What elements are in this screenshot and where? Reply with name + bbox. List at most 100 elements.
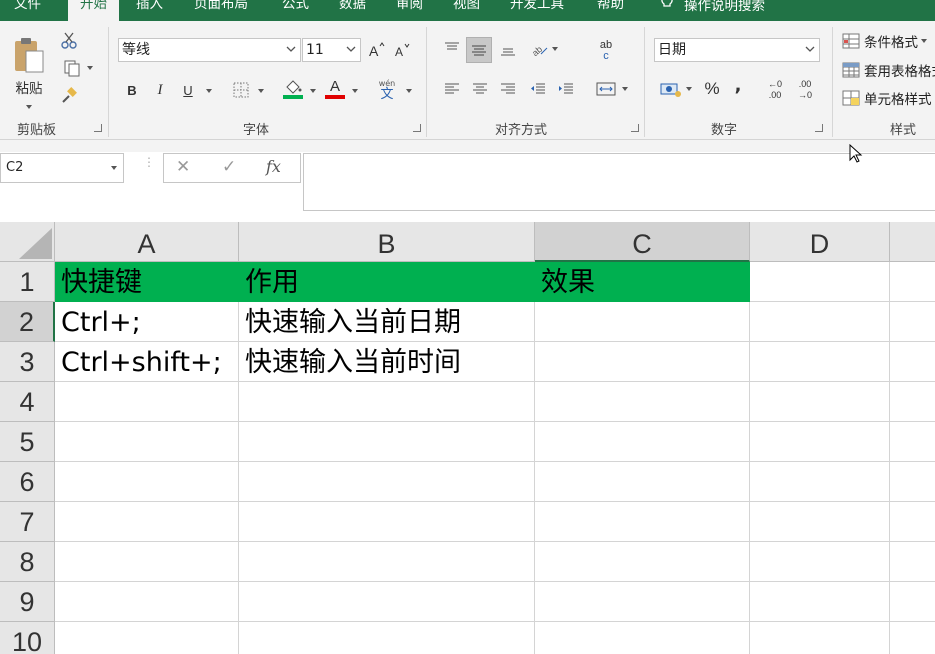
row-header-2[interactable]: 2 bbox=[0, 302, 55, 342]
cell-b7[interactable] bbox=[239, 502, 535, 542]
column-header-c[interactable]: C bbox=[535, 222, 750, 262]
cell-e6[interactable] bbox=[890, 462, 935, 502]
cell-d3[interactable] bbox=[750, 342, 890, 382]
bottom-align-button[interactable] bbox=[496, 37, 520, 61]
cell-a8[interactable] bbox=[55, 542, 239, 582]
bold-button[interactable]: B bbox=[122, 79, 142, 101]
tab-insert[interactable]: 插入 bbox=[136, 0, 163, 21]
decrease-font-size-button[interactable]: A bbox=[392, 39, 412, 61]
cell-styles-button[interactable]: 单元格样式 bbox=[842, 87, 932, 109]
font-color-button[interactable]: A bbox=[324, 77, 346, 101]
tab-page-layout[interactable]: 页面布局 bbox=[194, 0, 248, 21]
borders-dropdown-icon[interactable] bbox=[258, 89, 264, 93]
cell-a3[interactable]: Ctrl+shift+; bbox=[55, 342, 239, 382]
cell-a1[interactable]: 快捷键 bbox=[55, 262, 239, 302]
cell-e2[interactable] bbox=[890, 302, 935, 342]
cancel-entry-button[interactable]: ✕ bbox=[176, 157, 190, 177]
cut-button[interactable] bbox=[58, 29, 80, 51]
comma-style-button[interactable]: , bbox=[730, 73, 746, 97]
formula-input[interactable] bbox=[303, 153, 935, 211]
font-launcher-icon[interactable] bbox=[413, 124, 421, 132]
cell-b6[interactable] bbox=[239, 462, 535, 502]
row-header-4[interactable]: 4 bbox=[0, 382, 55, 422]
phonetic-guide-button[interactable]: wén 文 bbox=[374, 75, 400, 103]
cell-b2[interactable]: 快速输入当前日期 bbox=[239, 302, 535, 342]
tab-formulas[interactable]: 公式 bbox=[282, 0, 309, 21]
cell-c5[interactable] bbox=[535, 422, 750, 462]
tab-help[interactable]: 帮助 bbox=[597, 0, 624, 21]
row-header-6[interactable]: 6 bbox=[0, 462, 55, 502]
cell-d1[interactable] bbox=[750, 262, 890, 302]
decrease-decimal-button[interactable]: .00 →0 bbox=[792, 77, 818, 103]
cell-b10[interactable] bbox=[239, 622, 535, 654]
cell-b1[interactable]: 作用 bbox=[239, 262, 535, 302]
cell-e4[interactable] bbox=[890, 382, 935, 422]
cell-b8[interactable] bbox=[239, 542, 535, 582]
tab-home[interactable]: 开始 bbox=[68, 0, 119, 21]
row-header-10[interactable]: 10 bbox=[0, 622, 55, 654]
increase-indent-button[interactable] bbox=[554, 77, 578, 101]
cell-b3[interactable]: 快速输入当前时间 bbox=[239, 342, 535, 382]
cell-d2[interactable] bbox=[750, 302, 890, 342]
font-color-dropdown-icon[interactable] bbox=[352, 89, 358, 93]
cell-c8[interactable] bbox=[535, 542, 750, 582]
format-as-table-button[interactable]: 套用表格格式 bbox=[842, 59, 935, 81]
italic-button[interactable]: I bbox=[150, 79, 170, 101]
cell-b5[interactable] bbox=[239, 422, 535, 462]
number-format-select[interactable]: 日期 bbox=[654, 38, 820, 62]
cell-e9[interactable] bbox=[890, 582, 935, 622]
cell-c7[interactable] bbox=[535, 502, 750, 542]
name-box[interactable]: C2 bbox=[0, 153, 124, 183]
percent-style-button[interactable]: % bbox=[702, 77, 722, 101]
fill-color-dropdown-icon[interactable] bbox=[310, 89, 316, 93]
font-name-select[interactable]: 等线 bbox=[118, 38, 301, 62]
middle-align-button[interactable] bbox=[466, 37, 492, 63]
cell-a6[interactable] bbox=[55, 462, 239, 502]
row-header-5[interactable]: 5 bbox=[0, 422, 55, 462]
row-header-7[interactable]: 7 bbox=[0, 502, 55, 542]
borders-button[interactable] bbox=[230, 79, 252, 101]
cell-a10[interactable] bbox=[55, 622, 239, 654]
underline-dropdown-icon[interactable] bbox=[206, 89, 212, 93]
column-header-d[interactable]: D bbox=[750, 222, 890, 262]
cell-d7[interactable] bbox=[750, 502, 890, 542]
column-header-b[interactable]: B bbox=[239, 222, 535, 262]
format-painter-button[interactable] bbox=[58, 85, 80, 107]
row-header-9[interactable]: 9 bbox=[0, 582, 55, 622]
cell-a4[interactable] bbox=[55, 382, 239, 422]
accounting-format-button[interactable] bbox=[656, 77, 696, 101]
phonetic-dropdown-icon[interactable] bbox=[406, 89, 412, 93]
cell-b9[interactable] bbox=[239, 582, 535, 622]
font-size-select[interactable]: 11 bbox=[302, 38, 361, 62]
column-header-a[interactable]: A bbox=[55, 222, 239, 262]
row-header-1[interactable]: 1 bbox=[0, 262, 55, 302]
cell-c4[interactable] bbox=[535, 382, 750, 422]
formula-bar-grip[interactable]: ⋮ bbox=[143, 156, 155, 168]
cell-d4[interactable] bbox=[750, 382, 890, 422]
column-header-e[interactable] bbox=[890, 222, 935, 262]
top-align-button[interactable] bbox=[440, 37, 464, 61]
conditional-formatting-button[interactable]: 条件格式 bbox=[842, 30, 927, 52]
cell-a9[interactable] bbox=[55, 582, 239, 622]
cell-d8[interactable] bbox=[750, 542, 890, 582]
cell-e5[interactable] bbox=[890, 422, 935, 462]
align-center-button[interactable] bbox=[468, 77, 492, 101]
confirm-entry-button[interactable]: ✓ bbox=[222, 157, 236, 177]
cell-c2[interactable] bbox=[535, 302, 750, 342]
tab-developer[interactable]: 开发工具 bbox=[510, 0, 564, 21]
align-left-button[interactable] bbox=[440, 77, 464, 101]
cell-e7[interactable] bbox=[890, 502, 935, 542]
tab-data[interactable]: 数据 bbox=[339, 0, 366, 21]
cell-a7[interactable] bbox=[55, 502, 239, 542]
cell-e3[interactable] bbox=[890, 342, 935, 382]
cell-e10[interactable] bbox=[890, 622, 935, 654]
tell-me-search[interactable]: 操作说明搜索 bbox=[660, 0, 765, 21]
copy-button[interactable] bbox=[58, 57, 98, 79]
underline-button[interactable]: U bbox=[178, 79, 198, 101]
insert-function-button[interactable]: fx bbox=[266, 157, 281, 176]
cell-c10[interactable] bbox=[535, 622, 750, 654]
select-all-button[interactable] bbox=[0, 222, 55, 262]
cell-d10[interactable] bbox=[750, 622, 890, 654]
cell-c6[interactable] bbox=[535, 462, 750, 502]
paste-button[interactable]: 粘贴 bbox=[8, 29, 50, 114]
